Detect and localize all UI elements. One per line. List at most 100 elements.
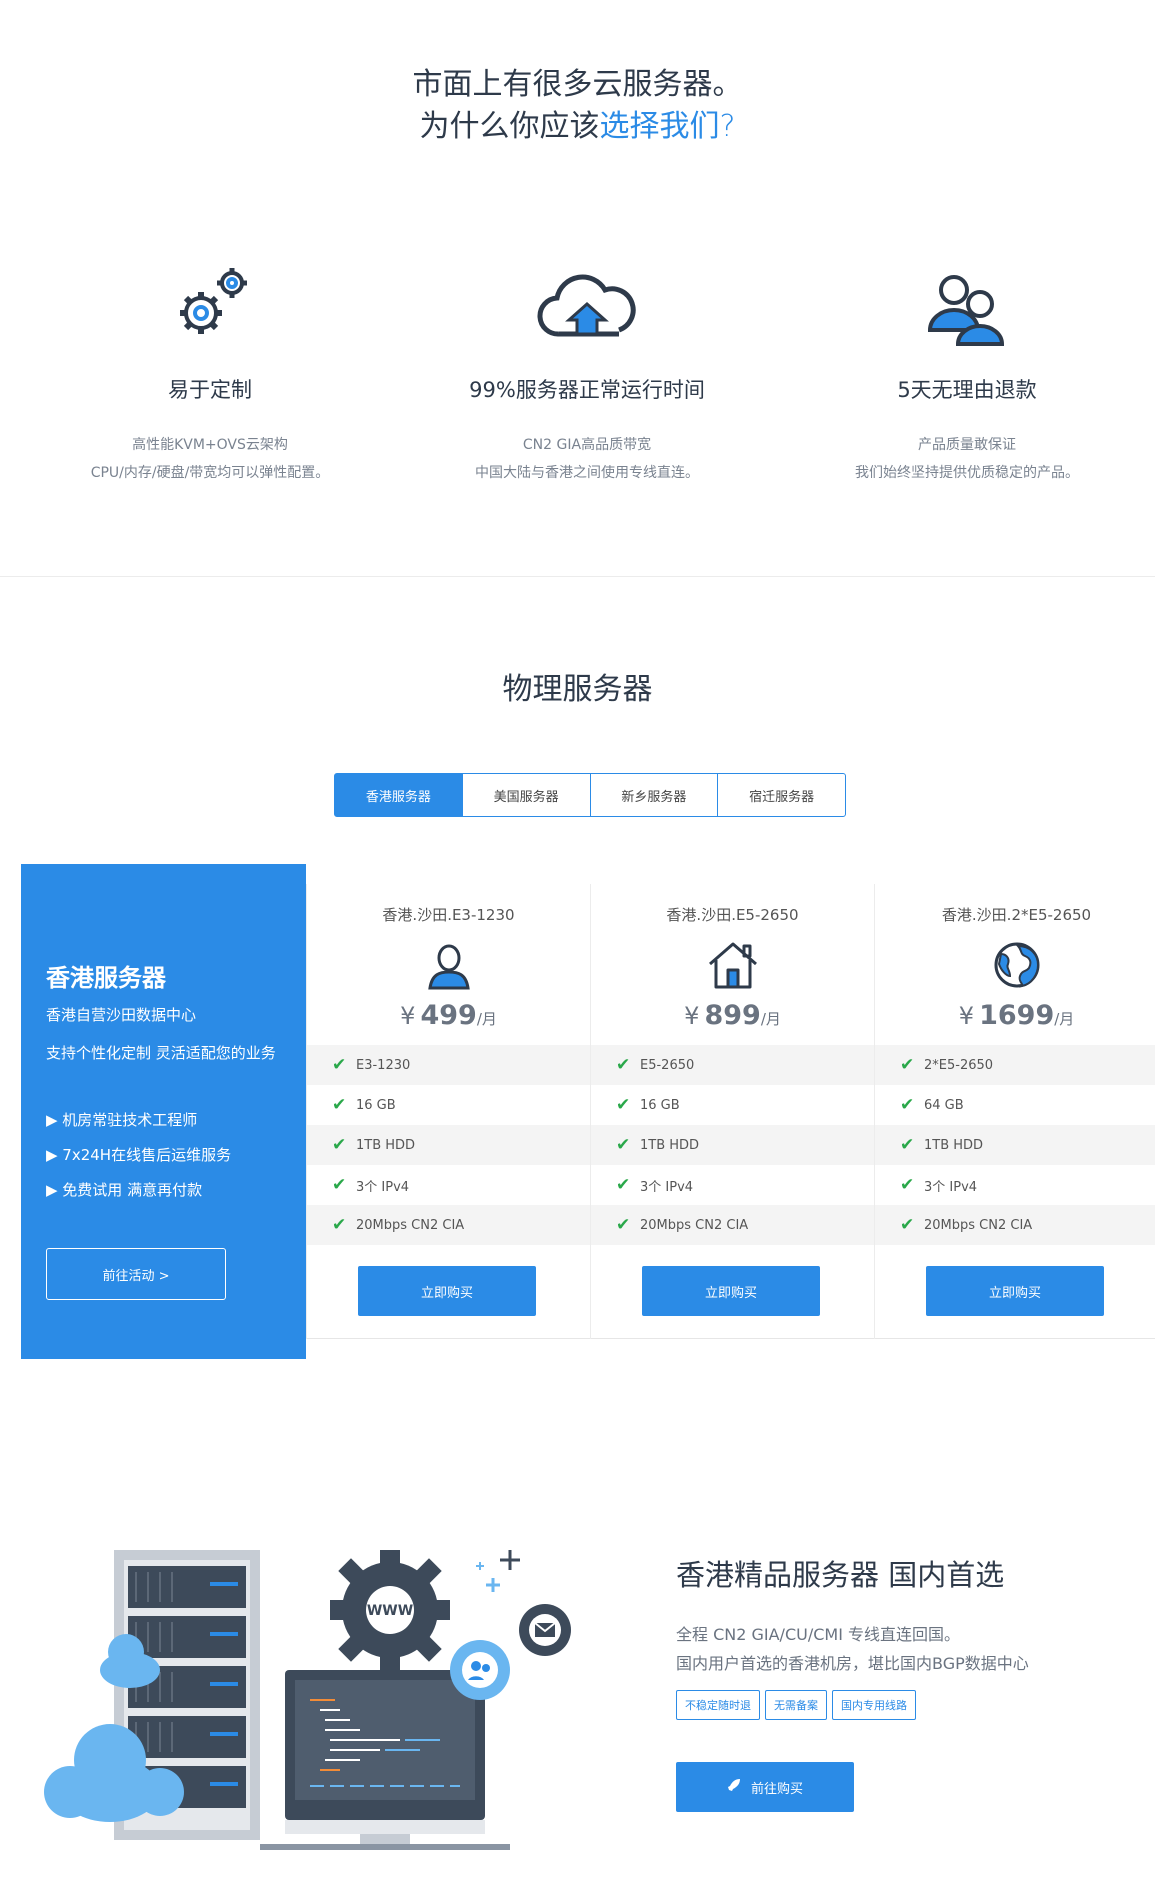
spec-value: 20Mbps CN2 CIA [356, 1217, 465, 1233]
promo-bullet: ▶ 免费试用 满意再付款 [46, 1181, 203, 1199]
features-row: 易于定制 高性能KVM+OVS云架构 CPU/内存/硬盘/带宽均可以弹性配置。 … [0, 258, 1155, 498]
feature-desc: CN2 GIA高品质带宽 中国大陆与香港之间使用专线直连。 [397, 431, 777, 487]
gear-icon: WWW [330, 1550, 450, 1670]
spec-value: 20Mbps CN2 CIA [924, 1217, 1033, 1233]
tab-xinxiang[interactable]: 新乡服务器 [591, 774, 719, 816]
price-unit: /月 [1054, 1010, 1075, 1028]
spec-row: ✔ 64 GB [875, 1085, 1155, 1125]
price-unit: /月 [760, 1010, 781, 1028]
spec-row: ✔ 20Mbps CN2 CIA [591, 1205, 874, 1245]
price-amount: 499 [420, 1000, 477, 1031]
check-icon: ✔ [900, 1135, 915, 1155]
spec-value: E5-2650 [640, 1057, 695, 1073]
check-icon: ✔ [332, 1215, 347, 1235]
spec-row: ✔ 20Mbps CN2 CIA [875, 1205, 1155, 1245]
feature-desc-line: 中国大陆与香港之间使用专线直连。 [475, 465, 699, 481]
go-buy-button[interactable]: 前往购买 [676, 1762, 854, 1812]
feature-desc-line: 我们始终坚持提供优质稳定的产品。 [855, 465, 1079, 481]
spec-row: ✔ 1TB HDD [591, 1125, 874, 1165]
datacenter-illustration: WWW [30, 1530, 590, 1860]
spec-value: 16 GB [356, 1097, 396, 1113]
go-buy-label: 前往购买 [750, 1781, 803, 1797]
hk-desc-line: 国内用户首选的香港机房，堪比国内BGP数据中心 [676, 1654, 1029, 1673]
check-icon: ✔ [900, 1175, 915, 1195]
www-label: WWW [367, 1603, 413, 1619]
plan-name: 香港.沙田.E5-2650 [666, 906, 799, 924]
check-icon: ✔ [616, 1055, 631, 1075]
spec-row: ✔ 1TB HDD [875, 1125, 1155, 1165]
plan-price: ¥ 899/月 [591, 1000, 874, 1031]
buy-now-button[interactable]: 立即购买 [642, 1266, 820, 1316]
spec-value: 1TB HDD [924, 1137, 984, 1153]
spec-value: E3-1230 [356, 1057, 411, 1073]
tag-badge: 国内专用线路 [832, 1690, 916, 1720]
currency-symbol: ¥ [400, 1002, 416, 1030]
check-icon: ✔ [332, 1055, 347, 1075]
tab-suqian[interactable]: 宿迁服务器 [718, 774, 845, 816]
feature-desc-line: CPU/内存/硬盘/带宽均可以弹性配置。 [90, 465, 330, 481]
check-icon: ✔ [900, 1095, 915, 1115]
plan-card: 香港.沙田.E3-1230 ¥ 499/月 ✔ E3-1230 ✔ 16 GB ✔ 1… [306, 884, 590, 1339]
currency-symbol: ¥ [684, 1002, 700, 1030]
spec-row: ✔ 2*E5-2650 [875, 1045, 1155, 1085]
promo-subtitle: 香港自营沙田数据中心 [46, 1006, 197, 1024]
feature-title: 易于定制 [168, 378, 252, 402]
spec-row: ✔ 16 GB [307, 1085, 590, 1125]
feature-desc: 产品质量敢保证 我们始终坚持提供优质稳定的产品。 [777, 431, 1155, 487]
hk-promo-panel: 香港服务器 香港自营沙田数据中心 支持个性化定制 灵活适配您的业务 ▶ 机房常驻… [21, 864, 306, 1359]
check-icon: ✔ [900, 1215, 915, 1235]
check-icon: ✔ [900, 1055, 915, 1075]
check-icon: ✔ [616, 1095, 631, 1115]
server-tabs: 香港服务器 美国服务器 新乡服务器 宿迁服务器 [334, 773, 846, 817]
plan-specs: ✔ E3-1230 ✔ 16 GB ✔ 1TB HDD ✔ 3个 IPv4 ✔ 20Mbp… [307, 1045, 590, 1245]
section-divider [0, 576, 1155, 577]
check-icon: ✔ [616, 1175, 631, 1195]
house-icon [591, 940, 874, 990]
feature-title: 5天无理由退款 [897, 378, 1037, 402]
buy-now-button[interactable]: 立即购买 [358, 1266, 536, 1316]
feature-desc: 高性能KVM+OVS云架构 CPU/内存/硬盘/带宽均可以弹性配置。 [20, 431, 400, 487]
hero-line-2: 为什么你应该选择我们? [0, 106, 1155, 148]
spec-value: 64 GB [924, 1097, 964, 1113]
tag-badge: 无需备案 [765, 1690, 827, 1720]
spec-value: 3个 IPv4 [640, 1179, 694, 1195]
spec-value: 1TB HDD [640, 1137, 700, 1153]
plan-price: ¥ 499/月 [307, 1000, 590, 1031]
users-gear-icon [450, 1640, 510, 1700]
plan-price: ¥ 1699/月 [875, 1000, 1155, 1031]
buy-now-button[interactable]: 立即购买 [926, 1266, 1104, 1316]
spec-row: ✔ 1TB HDD [307, 1125, 590, 1165]
hero-line-2-highlight: 选择我们? [599, 109, 736, 144]
hero-title: 市面上有很多云服务器。 为什么你应该选择我们? [0, 64, 1155, 148]
spec-row: ✔ 3个 IPv4 [591, 1165, 874, 1205]
feature-customize: 易于定制 高性能KVM+OVS云架构 CPU/内存/硬盘/带宽均可以弹性配置。 [20, 258, 400, 487]
price-amount: 1699 [979, 1000, 1055, 1031]
feature-refund: 5天无理由退款 产品质量敢保证 我们始终坚持提供优质稳定的产品。 [777, 258, 1155, 487]
currency-symbol: ¥ [958, 1002, 974, 1030]
feature-desc-line: CN2 GIA高品质带宽 [522, 437, 652, 453]
cloud-upload-icon [397, 258, 777, 348]
plan-name: 香港.沙田.E3-1230 [382, 906, 515, 924]
gears-icon [20, 258, 400, 348]
plan-card: 香港.沙田.E5-2650 ¥ 899/月 ✔ E5-2650 ✔ 16 GB ✔ 1… [590, 884, 874, 1339]
tab-hongkong[interactable]: 香港服务器 [335, 774, 463, 816]
tab-usa[interactable]: 美国服务器 [463, 774, 591, 816]
check-icon: ✔ [616, 1135, 631, 1155]
mail-gear-icon [519, 1604, 571, 1656]
feature-desc-line: 高性能KVM+OVS云架构 [132, 437, 288, 453]
go-activity-button[interactable]: 前往活动 > [46, 1248, 226, 1300]
price-amount: 899 [704, 1000, 761, 1031]
hero-line-2-prefix: 为什么你应该 [419, 109, 600, 144]
spec-row: ✔ 3个 IPv4 [875, 1165, 1155, 1205]
plan-cards: 香港.沙田.E3-1230 ¥ 499/月 ✔ E3-1230 ✔ 16 GB ✔ 1… [306, 884, 1155, 1339]
section-title: 物理服务器 [502, 672, 653, 707]
globe-icon [875, 940, 1155, 990]
hk-section-title: 香港精品服务器 国内首选 [676, 1558, 1005, 1592]
check-icon: ✔ [616, 1215, 631, 1235]
promo-title: 香港服务器 [46, 964, 166, 992]
user-icon [307, 940, 590, 990]
tag-badge: 不稳定随时退 [676, 1690, 760, 1720]
spec-row: ✔ E3-1230 [307, 1045, 590, 1085]
promo-bullet: ▶ 7x24H在线售后运维服务 [46, 1146, 232, 1164]
feature-title: 99%服务器正常运行时间 [469, 378, 705, 402]
